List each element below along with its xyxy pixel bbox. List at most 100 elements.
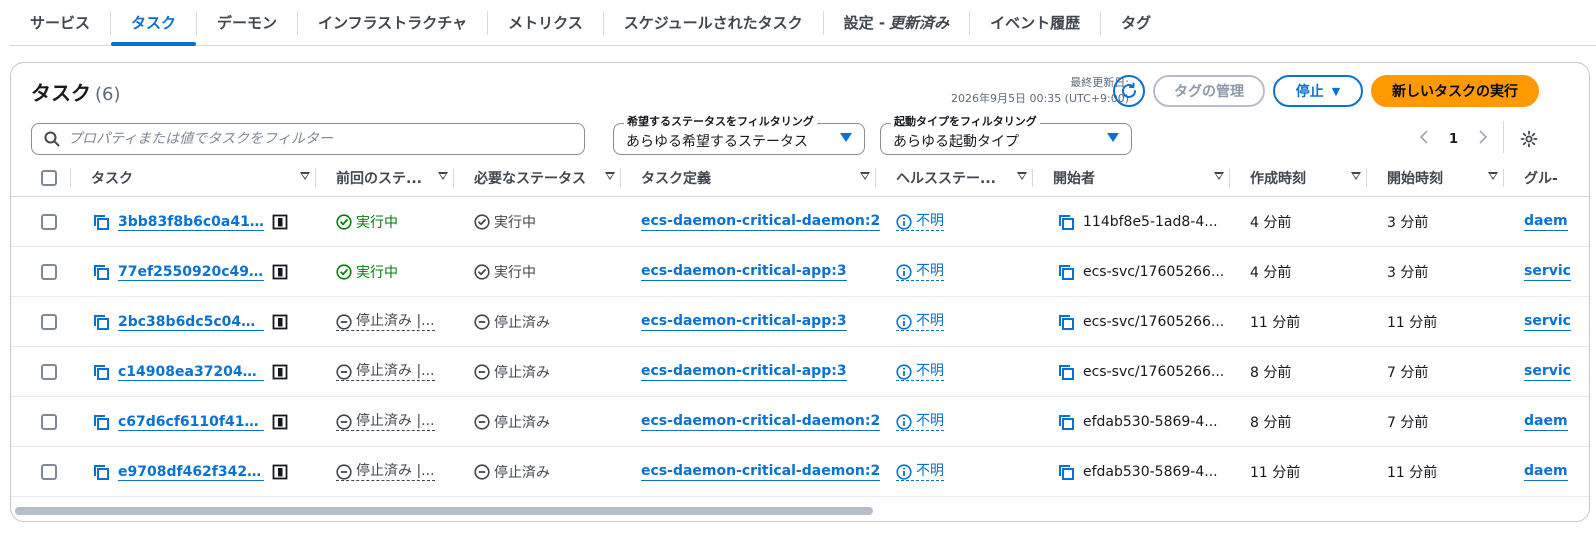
tab-event-history[interactable]: イベント履歴 bbox=[970, 0, 1100, 46]
row-checkbox[interactable] bbox=[41, 264, 57, 280]
chevron-left-icon[interactable] bbox=[1419, 130, 1429, 148]
desired-status: 停止済み bbox=[474, 362, 550, 382]
task-id-link[interactable]: 3bb83f8b6c0a418e9... bbox=[118, 214, 264, 231]
copy-icon[interactable] bbox=[93, 414, 110, 431]
copy-icon[interactable] bbox=[1058, 414, 1075, 431]
group-link[interactable]: daem bbox=[1524, 213, 1568, 231]
split-panel-icon[interactable] bbox=[272, 214, 288, 230]
row-checkbox[interactable] bbox=[41, 464, 57, 480]
task-definition-link[interactable]: ecs-daemon-critical-daemon:2 bbox=[641, 213, 881, 231]
chevron-right-icon[interactable] bbox=[1478, 130, 1488, 148]
horizontal-scrollbar[interactable] bbox=[15, 507, 873, 515]
manage-tags-button[interactable]: タグの管理 bbox=[1153, 75, 1265, 107]
group-link[interactable]: daem bbox=[1524, 463, 1568, 481]
task-definition-link[interactable]: ecs-daemon-critical-daemon:2 bbox=[641, 463, 881, 481]
last-status[interactable]: 停止済み |... bbox=[336, 463, 435, 481]
copy-icon[interactable] bbox=[93, 364, 110, 381]
group-link[interactable]: servic bbox=[1524, 313, 1571, 331]
tab-configuration[interactable]: 設定 - 更新済み bbox=[824, 0, 969, 46]
info-icon bbox=[896, 263, 912, 280]
column-header-created-at[interactable]: 作成時刻 bbox=[1230, 159, 1367, 197]
column-header-started-by[interactable]: 開始者 bbox=[1033, 159, 1230, 197]
page-number[interactable]: 1 bbox=[1449, 132, 1458, 147]
copy-icon[interactable] bbox=[1058, 214, 1075, 231]
tab-scheduled-tasks[interactable]: スケジュールされたタスク bbox=[604, 0, 823, 46]
split-panel-icon[interactable] bbox=[272, 364, 288, 380]
copy-icon[interactable] bbox=[1058, 314, 1075, 331]
caret-down-icon: ▼ bbox=[1331, 84, 1341, 98]
copy-icon[interactable] bbox=[93, 314, 110, 331]
last-status[interactable]: 停止済み |... bbox=[336, 313, 435, 331]
info-icon bbox=[896, 313, 912, 330]
select-all-checkbox[interactable] bbox=[41, 170, 57, 186]
column-header-started-at[interactable]: 開始時刻 bbox=[1367, 159, 1504, 197]
copy-icon[interactable] bbox=[1058, 464, 1075, 481]
last-status[interactable]: 実行中 bbox=[336, 212, 398, 232]
task-filter-search[interactable] bbox=[31, 123, 585, 155]
refresh-button[interactable] bbox=[1113, 75, 1145, 107]
split-panel-icon[interactable] bbox=[272, 414, 288, 430]
last-status[interactable]: 停止済み |... bbox=[336, 363, 435, 381]
column-header-last-status[interactable]: 前回のステ... bbox=[316, 159, 454, 197]
health-status[interactable]: 不明 bbox=[896, 263, 944, 281]
last-updated: 最終更新日: 2026年9月5日 00:35 (UTC+9:00) bbox=[951, 75, 1129, 107]
health-cell: 不明 bbox=[896, 347, 944, 397]
column-header-group[interactable]: グル- bbox=[1504, 159, 1589, 197]
run-new-task-button[interactable]: 新しいタスクの実行 bbox=[1371, 75, 1539, 107]
group-link[interactable]: servic bbox=[1524, 363, 1571, 381]
group-link[interactable]: servic bbox=[1524, 263, 1571, 281]
tab-tasks[interactable]: タスク bbox=[111, 0, 197, 46]
group-cell: daem bbox=[1524, 447, 1589, 497]
desired-status-text: 実行中 bbox=[494, 215, 536, 231]
row-checkbox[interactable] bbox=[41, 364, 57, 380]
started-at-text: 3 分前 bbox=[1387, 215, 1429, 231]
split-panel-icon[interactable] bbox=[272, 314, 288, 330]
health-status[interactable]: 不明 bbox=[896, 213, 944, 231]
health-status[interactable]: 不明 bbox=[896, 463, 944, 481]
row-checkbox[interactable] bbox=[41, 414, 57, 430]
column-label: 開始者 bbox=[1053, 171, 1095, 187]
row-select-cell bbox=[41, 397, 57, 447]
task-definition-link[interactable]: ecs-daemon-critical-app:3 bbox=[641, 363, 847, 381]
health-status[interactable]: 不明 bbox=[896, 363, 944, 381]
copy-icon[interactable] bbox=[1058, 364, 1075, 381]
copy-icon[interactable] bbox=[1058, 264, 1075, 281]
column-header-health-status[interactable]: ヘルスステー... bbox=[876, 159, 1033, 197]
task-id-link[interactable]: c67d6cf6110f4147a... bbox=[118, 414, 264, 431]
copy-icon[interactable] bbox=[93, 464, 110, 481]
column-header-desired-status[interactable]: 必要なステータス bbox=[454, 159, 621, 197]
task-definition-link[interactable]: ecs-daemon-critical-app:3 bbox=[641, 313, 847, 331]
table-settings-button[interactable] bbox=[1515, 125, 1543, 153]
stop-dropdown-button[interactable]: 停止 ▼ bbox=[1273, 75, 1363, 107]
row-checkbox[interactable] bbox=[41, 314, 57, 330]
split-panel-icon[interactable] bbox=[272, 464, 288, 480]
last-status[interactable]: 停止済み |... bbox=[336, 413, 435, 431]
tab-infrastructure[interactable]: インフラストラクチャ bbox=[298, 0, 487, 46]
desired-status-filter[interactable]: 希望するステータスをフィルタリング あらゆる希望するステータス bbox=[613, 113, 865, 155]
task-id-link[interactable]: 77ef2550920c494c8... bbox=[118, 264, 264, 281]
tasks-panel: タスク (6) 最終更新日: 2026年9月5日 00:35 (UTC+9:00)… bbox=[10, 62, 1590, 522]
copy-icon[interactable] bbox=[93, 264, 110, 281]
task-definition-link[interactable]: ecs-daemon-critical-daemon:2 bbox=[641, 413, 881, 431]
tab-services[interactable]: サービス bbox=[10, 0, 110, 46]
tab-metrics[interactable]: メトリクス bbox=[488, 0, 603, 46]
task-id-link[interactable]: e9708df462f34289a... bbox=[118, 464, 264, 481]
task-definition-link[interactable]: ecs-daemon-critical-app:3 bbox=[641, 263, 847, 281]
column-header-task[interactable]: タスク bbox=[71, 159, 316, 197]
group-link[interactable]: daem bbox=[1524, 413, 1568, 431]
health-status[interactable]: 不明 bbox=[896, 313, 944, 331]
task-definition-cell: ecs-daemon-critical-app:3 bbox=[641, 247, 847, 297]
copy-icon[interactable] bbox=[93, 214, 110, 231]
tab-daemons[interactable]: デーモン bbox=[197, 0, 297, 46]
health-status[interactable]: 不明 bbox=[896, 413, 944, 431]
row-checkbox[interactable] bbox=[41, 214, 57, 230]
health-text: 不明 bbox=[916, 463, 944, 479]
task-id-link[interactable]: 2bc38b6dc5c04dcda... bbox=[118, 314, 264, 331]
last-status[interactable]: 実行中 bbox=[336, 262, 398, 282]
task-id-link[interactable]: c14908ea37204604... bbox=[118, 364, 264, 381]
split-panel-icon[interactable] bbox=[272, 264, 288, 280]
search-input[interactable] bbox=[68, 131, 568, 147]
launch-type-filter[interactable]: 起動タイプをフィルタリング あらゆる起動タイプ bbox=[880, 113, 1132, 155]
column-header-task-definition[interactable]: タスク定義 bbox=[621, 159, 876, 197]
tab-tags[interactable]: タグ bbox=[1101, 0, 1171, 46]
